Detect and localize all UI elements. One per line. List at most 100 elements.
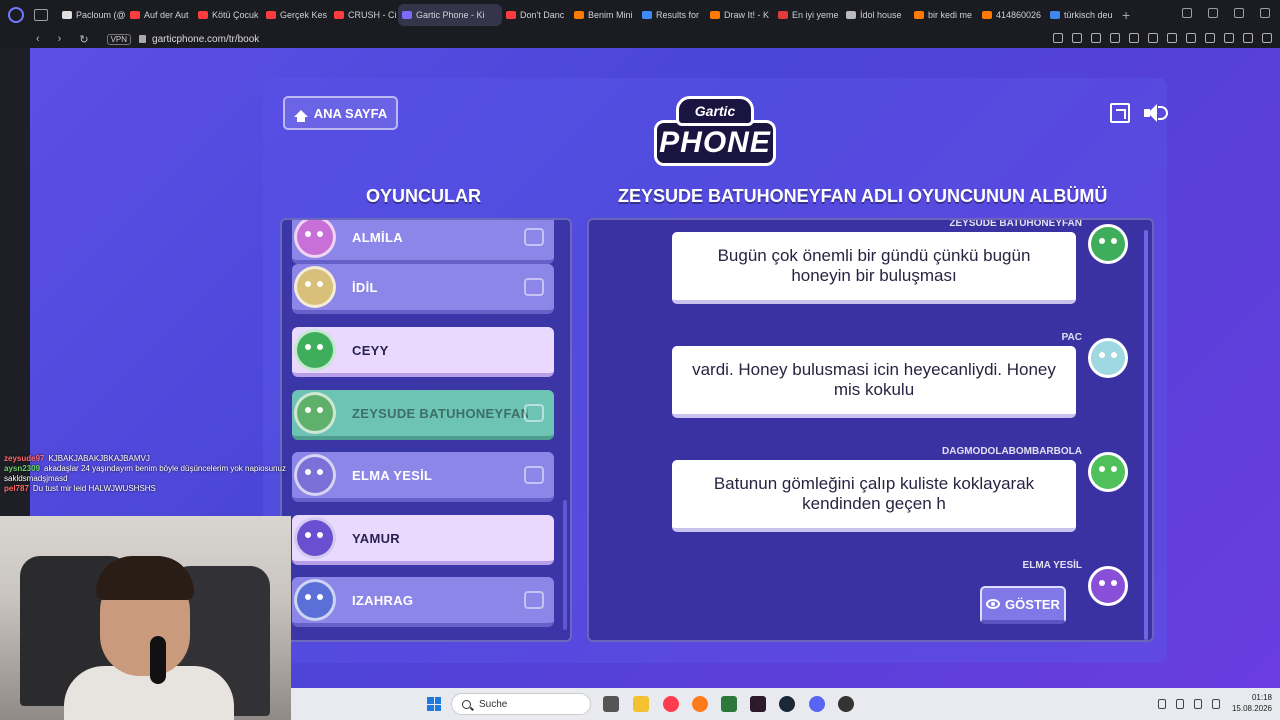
back-icon[interactable]: ‹ (36, 33, 40, 45)
close-icon[interactable] (1260, 8, 1270, 18)
maximize-icon[interactable] (1234, 8, 1244, 18)
player-avatar (294, 392, 336, 434)
steam-icon[interactable] (779, 696, 795, 712)
firefox-icon[interactable] (692, 696, 708, 712)
show-button[interactable]: GÖSTER (980, 586, 1066, 624)
browser-tab[interactable]: İdol house (842, 4, 910, 26)
tray-chevron-icon[interactable] (1158, 699, 1166, 709)
task-view-icon[interactable] (603, 696, 619, 712)
kick-player-icon[interactable] (524, 278, 544, 296)
menu-icon[interactable] (1262, 33, 1272, 43)
player-item[interactable]: CEYY (292, 327, 554, 377)
volume-icon[interactable] (1212, 699, 1220, 709)
address-bar: ‹ › ↻ VPN garticphone.com/tr/book (0, 30, 1280, 48)
network-icon[interactable] (1194, 699, 1202, 709)
search-tabs-icon[interactable] (1182, 8, 1192, 18)
recording-icon[interactable] (838, 696, 854, 712)
tab-label: Kötü Çocuk (212, 10, 259, 20)
toolbar-icons (1053, 33, 1272, 43)
player-item[interactable]: İDİL (292, 264, 554, 314)
player-item[interactable]: YAMUR (292, 515, 554, 565)
taskbar-search-label: Suche (479, 698, 508, 710)
player-name: ALMİLA (352, 229, 403, 245)
album-author: ZEYSUDE BATUHONEYFAN (949, 218, 1082, 229)
player-item[interactable]: ALMİLA (292, 220, 554, 264)
browser-logo-icon[interactable] (8, 7, 24, 23)
taskbar-search[interactable]: Suche (451, 693, 591, 715)
album-panel[interactable]: ZEYSUDE BATUHONEYFAN Bugün çok önemli bir… (587, 218, 1154, 642)
clock[interactable]: 01:18 15.08.2026 (1232, 692, 1272, 714)
kick-player-icon[interactable] (524, 404, 544, 422)
kick-player-icon[interactable] (524, 591, 544, 609)
kick-player-icon[interactable] (524, 466, 544, 484)
bookmark-icon[interactable] (1053, 33, 1063, 43)
browser-tab[interactable]: Don't Danc (502, 4, 570, 26)
tab-overview-icon[interactable] (34, 9, 48, 21)
tab-label: CRUSH - Ci (348, 10, 397, 20)
extensions-icon[interactable] (1186, 33, 1196, 43)
browser-tab[interactable]: Kötü Çocuk (194, 4, 262, 26)
play-icon[interactable] (1148, 33, 1158, 43)
home-button-label: ANA SAYFA (313, 105, 388, 121)
tab-favicon-icon (982, 11, 992, 19)
logo-gartic-text: Gartic (676, 96, 754, 126)
windows-start-icon[interactable] (427, 697, 441, 711)
player-list[interactable]: ALMİLA İDİL CEYY ZEYSUDE BATUHONEYFAN ELMA Y… (280, 218, 572, 642)
wallet-icon[interactable] (1205, 33, 1215, 43)
tab-favicon-icon (266, 11, 276, 19)
tab-label: En iyi yeme (792, 10, 839, 20)
profile-icon[interactable] (1224, 33, 1234, 43)
speaker-icon[interactable] (1144, 103, 1170, 123)
player-list-scrollbar[interactable] (563, 500, 567, 630)
chat-message: Du tust mir leid HALWJWUSHSHS (32, 484, 156, 493)
url-field[interactable]: garticphone.com/tr/book (152, 34, 259, 45)
minimize-icon[interactable] (1208, 8, 1218, 18)
new-tab-icon[interactable]: + (1122, 7, 1130, 23)
camera-icon[interactable] (1129, 33, 1139, 43)
opera-icon[interactable] (663, 696, 679, 712)
player-item[interactable]: IZAHRAG (292, 577, 554, 627)
fullscreen-icon[interactable] (1110, 103, 1130, 123)
file-explorer-icon[interactable] (633, 696, 649, 712)
browser-tab[interactable]: CRUSH - Ci (330, 4, 398, 26)
browser-tab[interactable]: Results for (638, 4, 706, 26)
browser-tab[interactable]: bir kedi me (910, 4, 978, 26)
premiere-icon[interactable] (750, 696, 766, 712)
tab-label: Results for (656, 10, 700, 20)
browser-tab[interactable]: Pacloum (@ (58, 4, 126, 26)
browser-tab[interactable]: Draw It! - K (706, 4, 774, 26)
heart-icon[interactable] (1167, 33, 1177, 43)
reload-icon[interactable]: ↻ (79, 33, 88, 46)
browser-tab[interactable]: Gartic Phone - Ki (398, 4, 502, 26)
album-author-avatar (1088, 452, 1128, 492)
album-scrollbar[interactable] (1144, 230, 1148, 640)
discord-icon[interactable] (809, 696, 825, 712)
browser-tab[interactable]: türkisch deu (1046, 4, 1114, 26)
browser-tab[interactable]: Auf der Aut (126, 4, 194, 26)
translate-icon[interactable] (1110, 33, 1120, 43)
chat-message: sakldsmadşjmasd (4, 474, 68, 483)
chat-line: zeysude97 KJBAKJABAKJBKAJBAMVJ (4, 454, 354, 464)
shield-icon[interactable] (1091, 33, 1101, 43)
player-item[interactable]: ZEYSUDE BATUHONEYFAN (292, 390, 554, 440)
home-button[interactable]: ANA SAYFA (283, 96, 398, 130)
album-author: ELMA YESİL (1022, 560, 1082, 571)
window-controls (1182, 8, 1270, 18)
stream-chat: zeysude97 KJBAKJABAKJBKAJBAMVJ aysn2309 aka… (4, 454, 354, 494)
app-icon[interactable] (721, 696, 737, 712)
browser-tab[interactable]: Gerçek Kes (262, 4, 330, 26)
download-icon[interactable] (1243, 33, 1253, 43)
browser-tab[interactable]: En iyi yeme (774, 4, 842, 26)
vpn-badge[interactable]: VPN (106, 33, 132, 45)
album-message: Bugün çok önemli bir gündü çünkü bugün h… (672, 232, 1076, 304)
players-heading: OYUNCULAR (366, 186, 481, 206)
microphone-icon[interactable] (1176, 699, 1184, 709)
tab-label: Benim Mini (588, 10, 633, 20)
browser-tab[interactable]: 414860026 (978, 4, 1046, 26)
kick-player-icon[interactable] (524, 228, 544, 246)
forward-icon[interactable]: › (58, 33, 62, 45)
browser-tab[interactable]: Benim Mini (570, 4, 638, 26)
tab-favicon-icon (198, 11, 208, 19)
screenshot-icon[interactable] (1072, 33, 1082, 43)
tab-favicon-icon (1050, 11, 1060, 19)
